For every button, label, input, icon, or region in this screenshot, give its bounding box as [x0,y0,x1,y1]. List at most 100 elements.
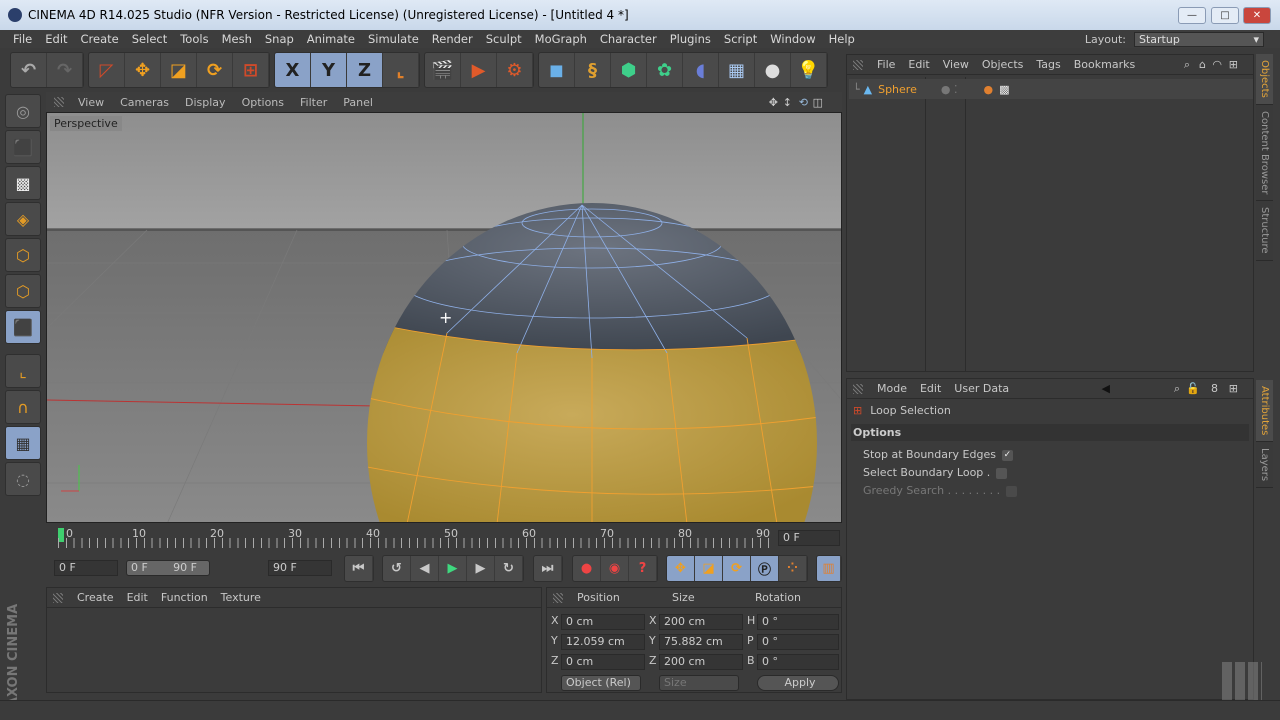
polygons-mode-icon[interactable]: ⬛ [5,310,41,344]
autokey-icon[interactable]: ◉ [601,556,629,581]
size-y-field[interactable]: 75.882 cm [659,634,743,650]
redo-button[interactable]: ↷ [47,53,83,87]
position-z-field[interactable]: 0 cm [561,654,645,670]
minimize-button[interactable]: — [1178,7,1206,24]
record-keys-icon[interactable]: ● [573,556,601,581]
menu-plugins[interactable]: Plugins [670,32,711,46]
edges-mode-icon[interactable]: ⬡ [5,274,41,308]
spline-icon[interactable]: § [575,53,611,87]
tab-objects[interactable]: Objects [1256,54,1273,105]
pan-view-icon[interactable]: ✥ [769,96,778,109]
go-to-end-icon[interactable]: ⏭ [534,556,562,581]
size-mode-dropdown[interactable]: Size [659,675,739,691]
size-x-field[interactable]: 200 cm [659,614,743,630]
visibility-dots-icon[interactable]: ● ⁚ [941,83,958,96]
menu-tools[interactable]: Tools [180,32,208,46]
layout-dropdown[interactable]: Startup ▾ [1134,31,1264,47]
apply-button[interactable]: Apply [757,675,839,691]
texture-mode-icon[interactable]: ▩ [5,166,41,200]
nurbs-icon[interactable]: ⬢ [611,53,647,87]
snap-icon[interactable]: ∩ [5,390,41,424]
next-key-icon[interactable]: ↻ [495,556,523,581]
greedy-search-checkbox[interactable] [1006,485,1018,497]
tab-structure[interactable]: Structure [1256,201,1273,261]
scale-tool-icon[interactable]: ◪ [161,53,197,87]
render-picture-viewer-icon[interactable]: ▶ [461,53,497,87]
back-arrow-icon[interactable]: ◀ [1102,382,1110,395]
attr-menu-user-data[interactable]: User Data [954,382,1009,395]
previous-key-icon[interactable]: ↺ [383,556,411,581]
select-boundary-loop-checkbox[interactable] [996,467,1008,479]
phong-tag-icon[interactable]: ● [983,83,993,96]
go-to-start-icon[interactable]: ⏮ [345,556,373,581]
planar-workplane-icon[interactable]: ◌ [5,462,41,496]
close-button[interactable]: ✕ [1243,7,1271,24]
menu-edit[interactable]: Edit [45,32,67,46]
z-axis-button[interactable]: Z [347,53,383,87]
material-menu-function[interactable]: Function [161,591,208,604]
menu-script[interactable]: Script [724,32,757,46]
position-y-field[interactable]: 12.059 cm [561,634,645,650]
y-axis-button[interactable]: Y [311,53,347,87]
key-position-icon[interactable]: ✥ [667,556,695,581]
toggle-layout-icon[interactable]: ◫ [813,96,823,109]
maximize-button[interactable]: □ [1211,7,1239,24]
stop-at-boundary-checkbox[interactable]: ✓ [1001,449,1013,461]
rotate-view-icon[interactable]: ⟲ [799,96,808,109]
menu-render[interactable]: Render [432,32,473,46]
coordinate-system-icon[interactable]: ⌞ [383,53,419,87]
menu-animate[interactable]: Animate [307,32,355,46]
texture-tag-icon[interactable]: ▩ [999,83,1009,96]
menu-simulate[interactable]: Simulate [368,32,419,46]
live-selection-icon[interactable]: ◸ [89,53,125,87]
material-menu-edit[interactable]: Edit [127,591,148,604]
menu-create[interactable]: Create [81,32,119,46]
model-mode-icon[interactable]: ⬛ [5,130,41,164]
viewport-menu-cameras[interactable]: Cameras [120,96,169,109]
points-mode-icon[interactable]: ⬡ [5,238,41,272]
make-editable-icon[interactable]: ◎ [5,94,41,128]
previous-frame-icon[interactable]: ◀ [411,556,439,581]
rotate-tool-icon[interactable]: ⟳ [197,53,233,87]
attr-menu-edit[interactable]: Edit [920,382,941,395]
search-icon[interactable]: ⌕ [1174,382,1180,396]
objects-menu-file[interactable]: File [877,58,895,71]
menu-snap[interactable]: Snap [265,32,294,46]
play-icon[interactable]: ▶ [439,556,467,581]
move-tool-icon[interactable]: ✥ [125,53,161,87]
viewport-menu-filter[interactable]: Filter [300,96,327,109]
loop-selection-icon[interactable]: ⊞ [233,53,269,87]
tab-content-browser[interactable]: Content Browser [1256,104,1273,202]
new-panel-icon[interactable]: ⊞ [1229,58,1238,71]
objects-menu-view[interactable]: View [943,58,969,71]
array-icon[interactable]: ✿ [647,53,683,87]
material-menu-create[interactable]: Create [77,591,114,604]
menu-help[interactable]: Help [829,32,855,46]
menu-character[interactable]: Character [600,32,657,46]
object-name[interactable]: Sphere [878,83,917,96]
new-panel-icon[interactable]: ⊞ [1229,382,1238,395]
viewport-menu-display[interactable]: Display [185,96,226,109]
menu-mograph[interactable]: MoGraph [535,32,587,46]
viewport-menu-panel[interactable]: Panel [343,96,373,109]
eye-icon[interactable]: ◠ [1212,58,1222,71]
key-scale-icon[interactable]: ◪ [695,556,723,581]
camera-icon[interactable]: ● [755,53,791,87]
menu-mesh[interactable]: Mesh [222,32,252,46]
key-rotation-icon[interactable]: ⟳ [723,556,751,581]
start-frame-field[interactable]: 0 F [54,560,118,576]
x-axis-button[interactable]: X [275,53,311,87]
home-icon[interactable]: ⌂ [1199,58,1206,71]
viewport-menu-options[interactable]: Options [242,96,284,109]
end-frame-field[interactable]: 90 F [268,560,332,576]
rotation-p-field[interactable]: 0 ° [757,634,839,650]
axis-mode-icon[interactable]: ⌞ [5,354,41,388]
menu-window[interactable]: Window [770,32,815,46]
rotation-h-field[interactable]: 0 ° [757,614,839,630]
floor-icon[interactable]: ▦ [719,53,755,87]
undo-button[interactable]: ↶ [11,53,47,87]
material-menu-texture[interactable]: Texture [221,591,261,604]
timeline-window-icon[interactable]: ▥ [817,556,841,581]
workplane-icon[interactable]: ◈ [5,202,41,236]
lock-icon[interactable]: 🔓 [1186,382,1200,395]
